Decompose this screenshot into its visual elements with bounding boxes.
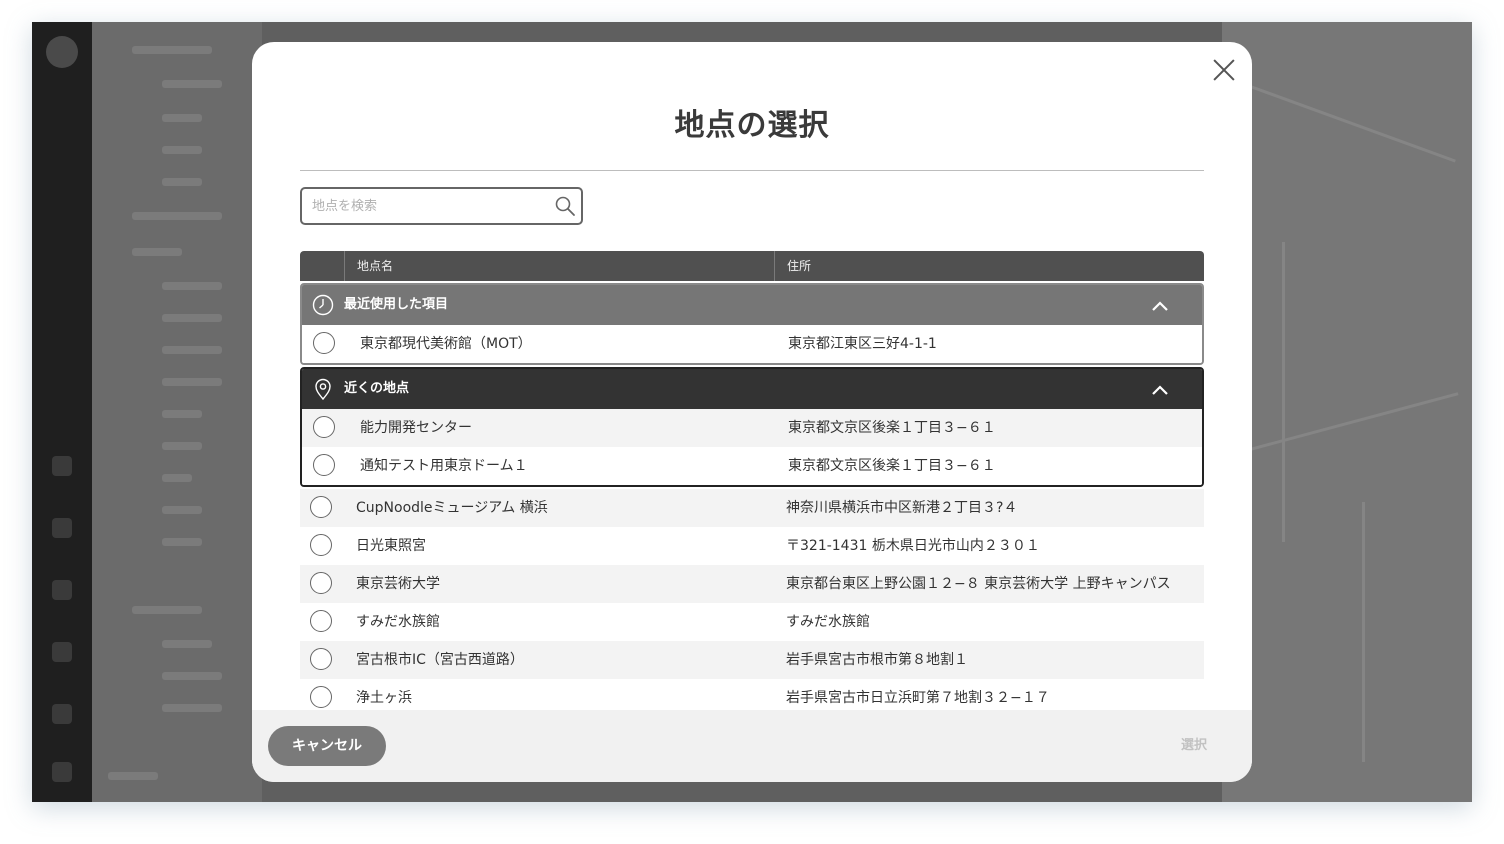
location-address: 東京都文京区後楽１丁目３−６１ bbox=[788, 458, 996, 474]
group-header-nearby[interactable]: 近くの地点 bbox=[302, 369, 1202, 409]
chevron-up-icon[interactable] bbox=[1152, 301, 1168, 311]
location-address: すみだ水族館 bbox=[786, 614, 870, 630]
group-recent: 最近使用した項目 東京都現代美術館（MOT） 東京都江東区三好4-1-1 bbox=[300, 283, 1204, 365]
group-label: 近くの地点 bbox=[344, 381, 410, 396]
column-header-name: 地点名 bbox=[357, 259, 394, 273]
list-item[interactable]: すみだ水族館 すみだ水族館 bbox=[300, 603, 1204, 641]
radio-button[interactable] bbox=[310, 496, 332, 518]
location-name: 東京芸術大学 bbox=[356, 576, 440, 592]
app-map bbox=[1222, 22, 1472, 802]
sidebar-icon bbox=[52, 518, 72, 538]
app-logo bbox=[46, 36, 78, 68]
list-item[interactable]: 通知テスト用東京ドーム１ 東京都文京区後楽１丁目３−６１ bbox=[302, 447, 1202, 485]
sidebar-icon bbox=[52, 456, 72, 476]
radio-button[interactable] bbox=[310, 686, 332, 708]
sidebar-icon bbox=[52, 580, 72, 600]
location-address: 岩手県宮古市根市第８地割１ bbox=[786, 652, 968, 668]
location-name: 能力開発センター bbox=[360, 420, 472, 436]
list-item[interactable]: 宮古根市IC（宮古西道路） 岩手県宮古市根市第８地割１ bbox=[300, 641, 1204, 679]
radio-button[interactable] bbox=[310, 648, 332, 670]
search-icon[interactable] bbox=[554, 195, 576, 217]
sidebar-icon bbox=[52, 642, 72, 662]
table-header: 地点名 住所 bbox=[300, 251, 1204, 281]
location-address: 東京都文京区後楽１丁目３−６１ bbox=[788, 420, 996, 436]
group-label: 最近使用した項目 bbox=[344, 297, 449, 312]
list-item[interactable]: 日光東照宮 〒321-1431 栃木県日光市山内２３０１ bbox=[300, 527, 1204, 565]
location-select-dialog: 地点の選択 地点名 住所 最近使用した項目 東京都現代美術館（ bbox=[252, 42, 1252, 782]
clock-icon bbox=[312, 294, 334, 316]
dialog-title: 地点の選択 bbox=[674, 108, 830, 143]
sidebar-icon bbox=[52, 704, 72, 724]
radio-button[interactable] bbox=[310, 610, 332, 632]
group-nearby: 近くの地点 能力開発センター 東京都文京区後楽１丁目３−６１ 通知テスト用東京ド… bbox=[300, 367, 1204, 487]
location-name: 日光東照宮 bbox=[356, 538, 426, 554]
location-name: 東京都現代美術館（MOT） bbox=[360, 336, 532, 352]
location-address: 東京都江東区三好4-1-1 bbox=[788, 336, 937, 352]
cancel-button[interactable]: キャンセル bbox=[268, 726, 386, 766]
radio-button[interactable] bbox=[313, 454, 335, 476]
group-header-recent[interactable]: 最近使用した項目 bbox=[302, 285, 1202, 325]
app-sidebar bbox=[32, 22, 92, 802]
list-item[interactable]: 東京都現代美術館（MOT） 東京都江東区三好4-1-1 bbox=[302, 325, 1202, 363]
map-pin-icon bbox=[315, 378, 331, 400]
radio-button[interactable] bbox=[310, 534, 332, 556]
close-icon[interactable] bbox=[1210, 56, 1238, 84]
location-name: 通知テスト用東京ドーム１ bbox=[360, 458, 528, 474]
title-divider bbox=[300, 170, 1204, 171]
location-list: CupNoodleミュージアム 横浜 神奈川県横浜市中区新港２丁目３?４ 日光東… bbox=[300, 489, 1204, 717]
location-address: 神奈川県横浜市中区新港２丁目３?４ bbox=[786, 500, 1018, 516]
location-address: 東京都台東区上野公園１２−８ 東京芸術大学 上野キャンパス bbox=[786, 576, 1171, 592]
list-item[interactable]: 東京芸術大学 東京都台東区上野公園１２−８ 東京芸術大学 上野キャンパス bbox=[300, 565, 1204, 603]
radio-button[interactable] bbox=[313, 332, 335, 354]
column-header-address: 住所 bbox=[787, 259, 812, 273]
select-button[interactable]: 選択 bbox=[1164, 726, 1224, 766]
list-item[interactable]: CupNoodleミュージアム 横浜 神奈川県横浜市中区新港２丁目３?４ bbox=[300, 489, 1204, 527]
search-input[interactable] bbox=[312, 189, 542, 223]
app-nav-panel bbox=[92, 22, 262, 802]
location-name: 宮古根市IC（宮古西道路） bbox=[356, 652, 524, 668]
location-name: CupNoodleミュージアム 横浜 bbox=[356, 500, 548, 516]
sidebar-icon bbox=[52, 762, 72, 782]
chevron-up-icon[interactable] bbox=[1152, 385, 1168, 395]
dialog-footer: キャンセル 選択 bbox=[252, 710, 1252, 782]
search-field[interactable] bbox=[300, 187, 583, 225]
radio-button[interactable] bbox=[313, 416, 335, 438]
list-item[interactable]: 能力開発センター 東京都文京区後楽１丁目３−６１ bbox=[302, 409, 1202, 447]
location-name: すみだ水族館 bbox=[356, 614, 440, 630]
radio-button[interactable] bbox=[310, 572, 332, 594]
location-address: 〒321-1431 栃木県日光市山内２３０１ bbox=[786, 538, 1040, 554]
